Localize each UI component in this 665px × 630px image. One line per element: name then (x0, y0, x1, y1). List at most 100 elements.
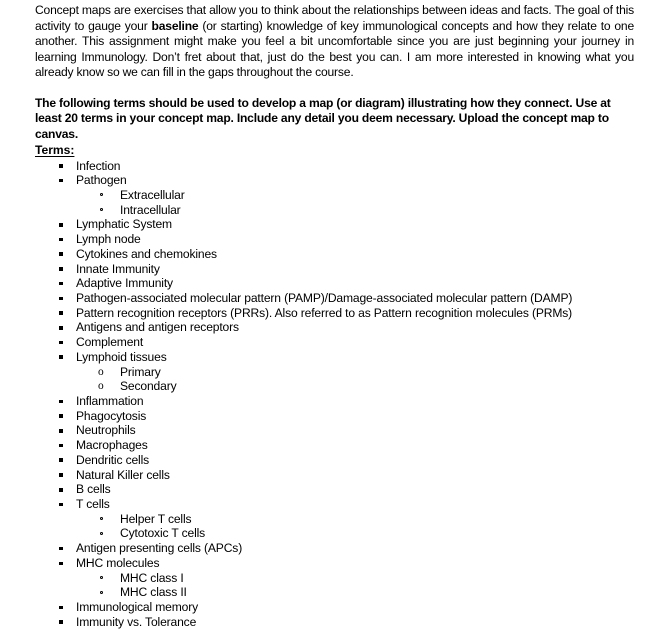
term-label: Adaptive Immunity (76, 276, 173, 291)
term-sublabel: MHC class I (120, 570, 184, 585)
term-item: Pathogen (35, 173, 634, 188)
term-sublabel: Extracellular (120, 187, 185, 202)
filled-square-bullet-icon (59, 429, 63, 433)
term-item: Pattern recognition receptors (PRRs). Al… (35, 306, 634, 321)
hollow-circle-bullet-icon (100, 516, 103, 520)
term-item: Pathogen-associated molecular pattern (P… (35, 291, 634, 306)
term-label: B cells (76, 482, 111, 497)
term-item: T cells (35, 497, 634, 512)
term-item: Complement (35, 335, 634, 350)
filled-square-bullet-icon (59, 414, 63, 418)
filled-square-bullet-icon (59, 326, 63, 330)
term-sublabel: Intracellular (120, 202, 181, 217)
term-label: Lymphoid tissues (76, 349, 167, 364)
term-item: Inflammation (35, 394, 634, 409)
term-label: T cells (76, 497, 110, 512)
hollow-circle-bullet-icon (100, 193, 103, 197)
term-label: Inflammation (76, 394, 144, 408)
term-sublabel: Secondary (120, 379, 177, 394)
hollow-circle-bullet-icon (100, 590, 103, 594)
term-label: Lymphatic System (76, 217, 172, 232)
term-label: Pathogen-associated molecular pattern (P… (76, 290, 573, 305)
term-sublist: Extracellular Intracellular (35, 188, 634, 217)
term-label: Dendritic cells (76, 452, 150, 467)
term-sublist: o Primary o Secondary (35, 365, 634, 394)
intro-paragraph: Concept maps are exercises that allow yo… (35, 3, 634, 81)
term-label: Immunological memory (76, 600, 199, 615)
filled-square-bullet-icon (59, 546, 63, 551)
filled-square-bullet-icon (59, 164, 63, 168)
filled-square-bullet-icon (59, 281, 63, 286)
term-label: Neutrophils (76, 423, 136, 438)
filled-square-bullet-icon (59, 399, 63, 404)
term-item: Antigen presenting cells (APCs) (35, 541, 634, 556)
term-item: Immunological memory (35, 600, 634, 615)
term-label: Pattern recognition receptors (PRRs). Al… (76, 305, 573, 320)
filled-square-bullet-icon (59, 620, 63, 624)
term-item: Innate Immunity (35, 262, 634, 277)
term-label: Cytokines and chemokines (76, 246, 217, 261)
term-subitem: MHC class II (35, 585, 634, 600)
filled-square-bullet-icon (59, 458, 63, 463)
term-item: Macrophages (35, 438, 634, 453)
filled-square-bullet-icon (59, 267, 63, 271)
term-sublabel: Helper T cells (120, 511, 192, 526)
o-letter-bullet-icon: o (98, 365, 104, 378)
term-label: Lymph node (76, 232, 141, 247)
term-item: Immunity vs. Tolerance (35, 615, 634, 630)
term-sublabel: Cytotoxic T cells (120, 526, 206, 541)
intro-bold-baseline: baseline (151, 18, 199, 33)
term-subitem: Intracellular (35, 203, 634, 218)
term-label: MHC molecules (76, 555, 160, 570)
instructions-paragraph: The following terms should be used to de… (35, 95, 611, 141)
filled-square-bullet-icon (59, 222, 63, 227)
terms-list: Infection Pathogen Extracellular Intracellu… (35, 159, 634, 630)
term-label: Pathogen (76, 173, 127, 188)
hollow-circle-bullet-icon (100, 207, 103, 211)
term-item: Adaptive Immunity (35, 276, 634, 291)
o-letter-bullet-icon: o (98, 380, 104, 393)
filled-square-bullet-icon (59, 355, 63, 360)
term-label: Natural Killer cells (76, 467, 170, 482)
term-label: Antigens and antigen receptors (76, 320, 239, 335)
document-body: Concept maps are exercises that allow yo… (35, 3, 634, 630)
term-sublabel: MHC class II (120, 585, 187, 600)
filled-square-bullet-icon (59, 340, 63, 345)
term-sublabel: Primary (120, 364, 161, 379)
term-item: Dendritic cells (35, 453, 634, 468)
term-subitem: MHC class I (35, 571, 634, 586)
term-label: Antigen presenting cells (APCs) (76, 541, 243, 556)
term-label: Immunity vs. Tolerance (76, 614, 197, 629)
term-subitem: o Primary (35, 365, 634, 380)
term-subitem: Extracellular (35, 188, 634, 203)
filled-square-bullet-icon (59, 605, 63, 610)
term-sublist: Helper T cells Cytotoxic T cells (35, 512, 634, 541)
term-label: Macrophages (76, 438, 148, 453)
term-item: MHC molecules (35, 556, 634, 571)
term-sublist: MHC class I MHC class II (35, 571, 634, 600)
term-item: Antigens and antigen receptors (35, 320, 634, 335)
term-label: Phagocytosis (76, 408, 147, 423)
term-label: Innate Immunity (76, 261, 160, 276)
term-item: Cytokines and chemokines (35, 247, 634, 262)
term-subitem: Cytotoxic T cells (35, 526, 634, 541)
filled-square-bullet-icon (59, 502, 63, 507)
filled-square-bullet-icon (59, 237, 63, 242)
term-label: Infection (76, 158, 121, 173)
filled-square-bullet-icon (59, 561, 63, 566)
filled-square-bullet-icon (59, 296, 63, 301)
term-subitem: o Secondary (35, 379, 634, 394)
term-item: Natural Killer cells (35, 468, 634, 483)
term-item: Neutrophils (35, 423, 634, 438)
term-item: B cells (35, 482, 634, 497)
term-item: Infection (35, 159, 634, 174)
filled-square-bullet-icon (59, 443, 63, 448)
filled-square-bullet-icon (59, 311, 63, 315)
term-item: Lymphoid tissues (35, 350, 634, 365)
term-label: Complement (76, 335, 144, 350)
filled-square-bullet-icon (59, 473, 63, 477)
term-item: Phagocytosis (35, 409, 634, 424)
filled-square-bullet-icon (59, 178, 63, 183)
terms-heading: Terms: (35, 143, 75, 157)
